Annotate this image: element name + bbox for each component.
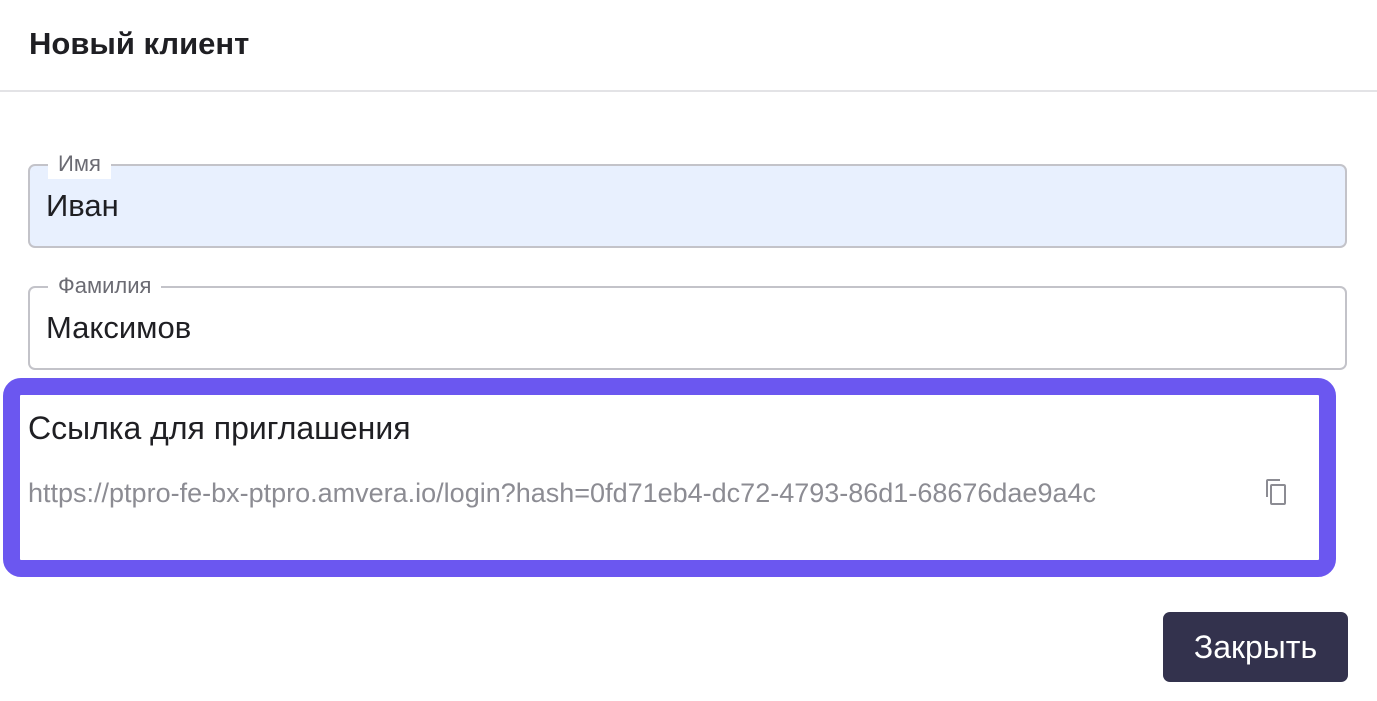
invite-link-label: Ссылка для приглашения [28,410,411,446]
first-name-input[interactable] [46,186,1326,226]
dialog-title: Новый клиент [29,26,250,61]
dialog-header: Новый клиент [0,0,1377,92]
copy-icon[interactable] [1264,478,1288,506]
last-name-input[interactable] [46,308,1326,348]
close-button[interactable]: Закрыть [1163,612,1348,682]
copy-icon-graphic [1266,479,1286,505]
first-name-label: Имя [48,149,111,179]
last-name-label: Фамилия [48,271,162,301]
new-client-dialog: Новый клиент Имя Фамилия Ссылка для приг… [0,0,1377,701]
invite-link-text[interactable]: https://ptpro-fe-bx-ptpro.amvera.io/logi… [28,475,1096,511]
first-name-field[interactable]: Имя [28,149,1347,248]
last-name-field[interactable]: Фамилия [28,271,1347,370]
invite-link-section: Ссылка для приглашения https://ptpro-fe-… [3,378,1336,577]
